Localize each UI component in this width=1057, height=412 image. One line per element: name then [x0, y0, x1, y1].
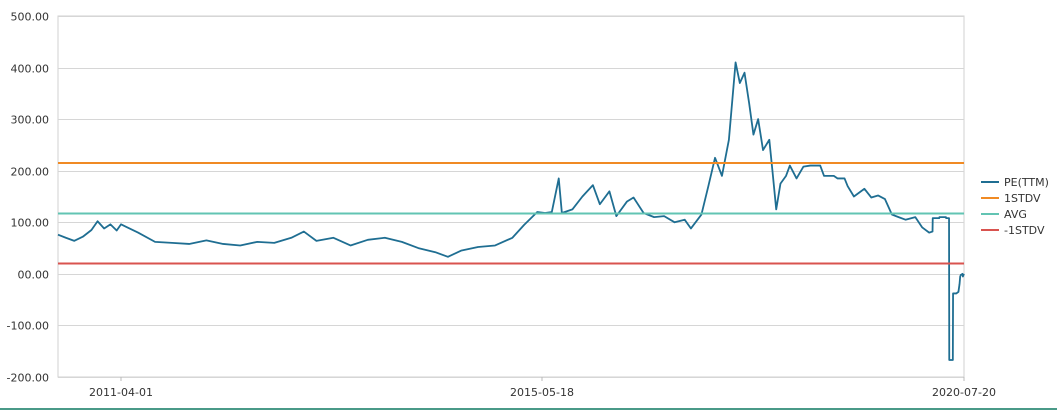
series-line-pe-ttm [57, 61, 965, 361]
y-tick-label: 100.00 [11, 217, 50, 230]
y-tick-label: 500.00 [11, 11, 50, 24]
y-tick-label: -200.00 [7, 372, 49, 385]
legend-label: PE(TTM) [1004, 176, 1049, 189]
x-tick-label: 2015-05-18 [510, 386, 574, 399]
series-lines [57, 61, 965, 361]
chart-container: 500.00 400.00 300.00 200.00 100.00 00.00 -100.… [0, 0, 1057, 412]
legend-label: AVG [1004, 208, 1027, 221]
pe-ttm-line-chart: 500.00 400.00 300.00 200.00 100.00 00.00 -100.… [7, 11, 1049, 400]
legend: PE(TTM) 1STDV AVG -1STDV [981, 176, 1049, 237]
legend-label: 1STDV [1004, 192, 1041, 205]
x-tick-label: 2020-07-20 [932, 386, 996, 399]
y-tick-label: 200.00 [11, 166, 50, 179]
y-tick-label: -100.00 [7, 320, 49, 333]
plot-border [57, 15, 965, 378]
y-tick-label: 300.00 [11, 114, 50, 127]
x-tick-label: 2011-04-01 [89, 386, 153, 399]
bottom-rule [0, 408, 1057, 410]
gridlines [57, 15, 965, 378]
y-tick-label: 400.00 [11, 63, 50, 76]
legend-label: -1STDV [1004, 224, 1045, 237]
y-tick-label: 00.00 [18, 269, 50, 282]
